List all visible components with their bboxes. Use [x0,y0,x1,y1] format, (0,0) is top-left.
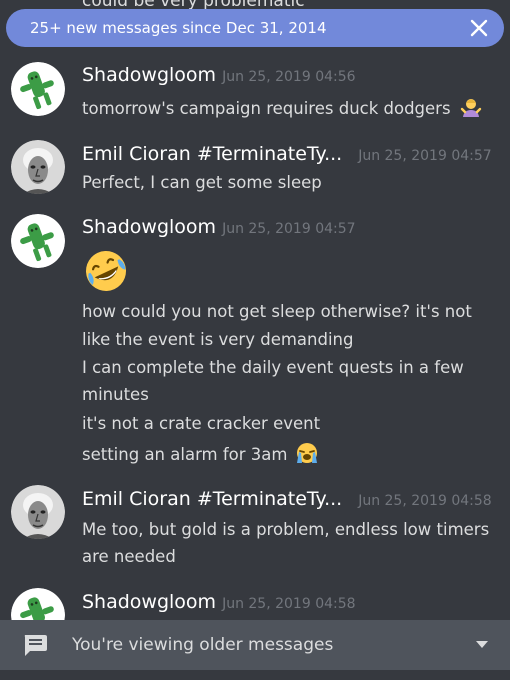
author-name[interactable]: Shadowgloom [82,64,216,86]
chat-bubble-icon [24,635,47,656]
message-text: how could you not get sleep otherwise? i… [82,302,472,321]
message-text: are needed [82,547,176,566]
message-text: Me too, but gold is a problem, endless l… [82,520,490,539]
close-icon[interactable] [468,17,490,39]
timestamp: Jun 25, 2019 04:58 [358,493,492,509]
rolling-on-floor-laughing-emoji-icon [86,251,126,291]
avatar[interactable] [11,485,65,539]
chevron-down-icon[interactable] [476,641,488,649]
message-text: Perfect, I can get some sleep [82,173,322,192]
loudly-crying-emoji-icon [296,443,317,463]
avatar[interactable] [11,62,65,116]
person-shrugging-emoji-icon [460,99,482,117]
avatar[interactable] [11,214,65,268]
message-group: Shadowgloom Jun 25, 2019 04:58 [0,585,510,620]
timestamp: Jun 25, 2019 04:58 [222,596,356,612]
message-text: like the event is very demanding [82,330,354,349]
avatar[interactable] [11,140,65,194]
message-group: Emil Cioran #TerminateTy... Jun 25, 2019 … [0,485,510,575]
message-group: Shadowgloom Jun 25, 2019 04:57 how could … [0,212,510,472]
message-text: minutes [82,385,149,404]
new-messages-banner[interactable]: 25+ new messages since Dec 31, 2014 [6,9,504,47]
timestamp: Jun 25, 2019 04:57 [358,148,492,164]
message-text: I can complete the daily event quests in… [82,358,464,377]
older-messages-text: You're viewing older messages [72,635,334,655]
author-name[interactable]: Emil Cioran #TerminateTy... [82,143,342,165]
author-name[interactable]: Shadowgloom [82,591,216,613]
new-messages-banner-text: 25+ new messages since Dec 31, 2014 [30,19,327,37]
author-name[interactable]: Emil Cioran #TerminateTy... [82,488,342,510]
message-text: tomorrow's campaign requires duck dodger… [82,99,451,118]
message-group: Emil Cioran #TerminateTy... Jun 25, 2019 … [0,140,510,210]
bottom-strip [0,670,510,680]
message-group: Shadowgloom Jun 25, 2019 04:56 tomorrow's… [0,60,510,130]
older-messages-bar[interactable]: You're viewing older messages [0,620,510,670]
timestamp: Jun 25, 2019 04:57 [222,221,356,237]
author-name[interactable]: Shadowgloom [82,216,216,238]
timestamp: Jun 25, 2019 04:56 [222,69,356,85]
message-text: setting an alarm for 3am [82,445,288,464]
avatar[interactable] [11,588,65,620]
message-text: it's not a crate cracker event [82,414,321,433]
